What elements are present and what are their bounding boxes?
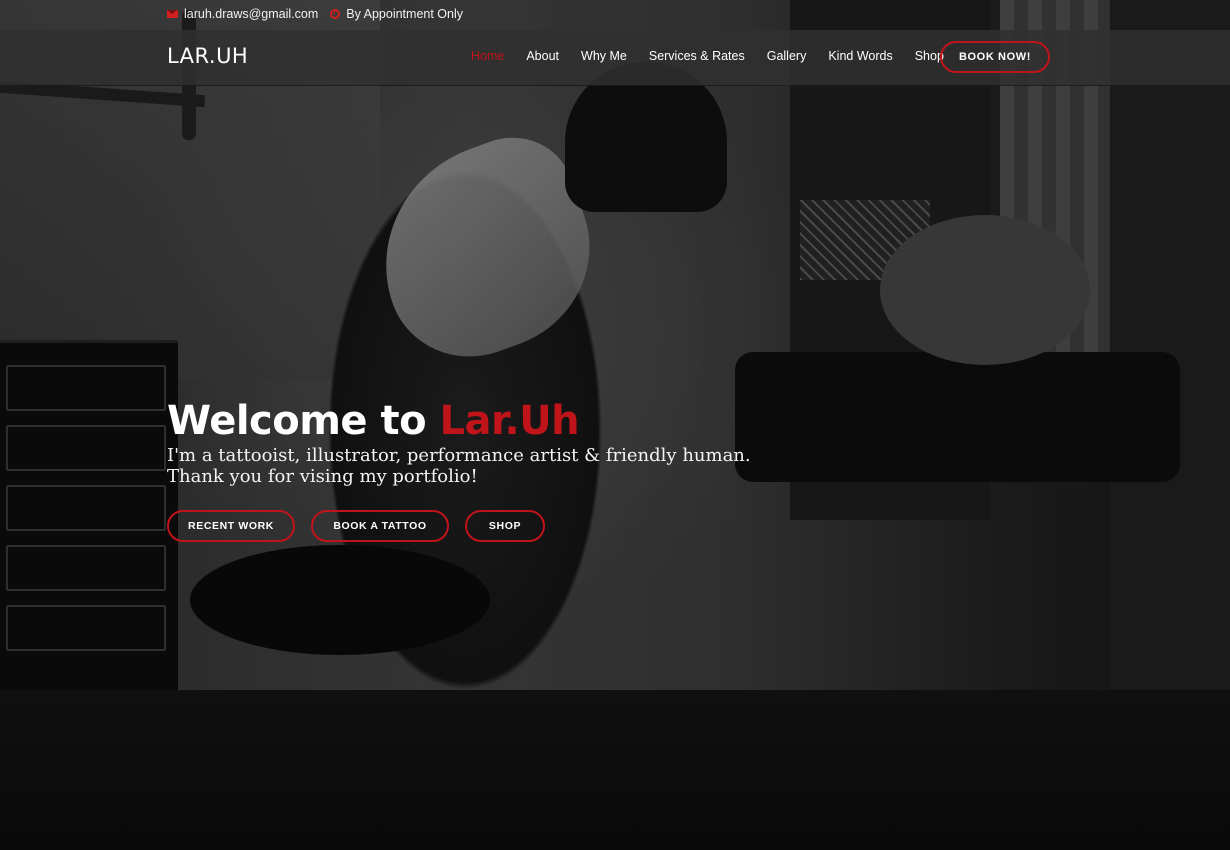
clock-icon xyxy=(330,9,341,19)
main-nav: Home About Why Me Services & Rates Galle… xyxy=(471,49,944,63)
book-a-tattoo-button[interactable]: BOOK A TATTOO xyxy=(311,510,449,542)
book-now-button[interactable]: BOOK NOW! xyxy=(940,41,1050,73)
envelope-icon xyxy=(167,10,178,18)
hero-title-brand: Lar.Uh xyxy=(439,398,580,444)
nav-services-rates[interactable]: Services & Rates xyxy=(649,49,745,63)
tagline-line-1: I'm a tattooist, illustrator, performanc… xyxy=(167,445,751,466)
nav-kind-words[interactable]: Kind Words xyxy=(828,49,892,63)
nav-home[interactable]: Home xyxy=(471,49,504,63)
recent-work-button[interactable]: RECENT WORK xyxy=(167,510,295,542)
nav-why-me[interactable]: Why Me xyxy=(581,49,627,63)
hero-buttons: RECENT WORK BOOK A TATTOO SHOP xyxy=(167,510,545,542)
contact-email[interactable]: laruh.draws@gmail.com xyxy=(184,7,318,21)
site-logo[interactable]: LAR.UH xyxy=(167,44,248,68)
hero-title: Welcome to Lar.Uh xyxy=(167,398,580,444)
nav-gallery[interactable]: Gallery xyxy=(767,49,807,63)
shop-button[interactable]: SHOP xyxy=(465,510,545,542)
hero-title-prefix: Welcome to xyxy=(167,398,440,444)
hero-tagline: I'm a tattooist, illustrator, performanc… xyxy=(167,445,751,487)
hours-text: By Appointment Only xyxy=(346,7,463,21)
nav-about[interactable]: About xyxy=(526,49,559,63)
main-navbar: LAR.UH Home About Why Me Services & Rate… xyxy=(0,30,1230,86)
top-info-bar: laruh.draws@gmail.com By Appointment Onl… xyxy=(0,0,1230,30)
tagline-line-2: Thank you for vising my portfolio! xyxy=(167,466,478,487)
